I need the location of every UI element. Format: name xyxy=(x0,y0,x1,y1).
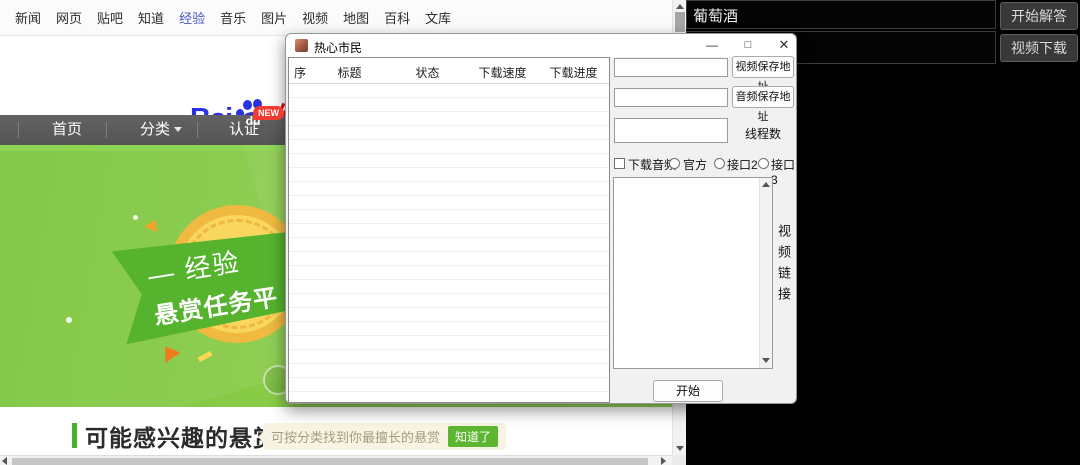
new-badge: NEW xyxy=(253,106,284,120)
dialog-titlebar[interactable]: 热心市民 — □ ✕ xyxy=(286,34,796,57)
header-title: 标题 xyxy=(311,64,388,81)
scroll-up-icon[interactable] xyxy=(762,182,770,187)
app-icon xyxy=(295,39,308,52)
heading-accent-bar xyxy=(72,423,77,448)
site-nav-category[interactable]: 分类 xyxy=(140,115,182,145)
scrollbar-corner xyxy=(672,455,686,465)
nav-item-baike[interactable]: 百科 xyxy=(384,8,410,27)
video-link-label: 视频链接 xyxy=(775,224,793,344)
threads-input[interactable] xyxy=(614,118,728,143)
nav-item-news[interactable]: 新闻 xyxy=(15,8,41,27)
scroll-right-icon[interactable] xyxy=(661,457,666,465)
dialog-title: 热心市民 xyxy=(314,39,362,56)
dot-decoration xyxy=(133,215,138,220)
maximize-button[interactable]: □ xyxy=(732,34,764,57)
header-speed: 下载速度 xyxy=(467,64,538,81)
nav-divider xyxy=(106,122,107,138)
screen: 新闻 网页 贴吧 知道 经验 音乐 图片 视频 地图 百科 文库 Bai du … xyxy=(0,0,1080,465)
scroll-down-icon[interactable] xyxy=(676,446,684,451)
audio-path-button[interactable]: 音频保存地址 xyxy=(732,86,794,108)
table-empty-rows xyxy=(289,84,609,402)
question-input[interactable]: 葡萄酒 xyxy=(686,0,996,29)
scroll-up-icon[interactable] xyxy=(676,4,684,9)
tooltip-arrow-icon xyxy=(258,432,263,442)
threads-label: 线程数 xyxy=(732,125,794,142)
site-nav-home[interactable]: 首页 xyxy=(52,115,82,145)
api3-label: 接口3 xyxy=(771,156,796,187)
chevron-down-icon xyxy=(174,127,182,132)
baidu-top-nav: 新闻 网页 贴吧 知道 经验 音乐 图片 视频 地图 百科 文库 xyxy=(0,0,672,36)
nav-item-web[interactable]: 网页 xyxy=(56,8,82,27)
close-button[interactable]: ✕ xyxy=(768,34,800,57)
start-answer-button[interactable]: 开始解答 xyxy=(1000,2,1078,30)
horizontal-scroll-thumb[interactable] xyxy=(12,458,648,465)
category-tooltip: 可按分类找到你最擅长的悬赏 知道了 xyxy=(263,423,506,450)
nav-item-map[interactable]: 地图 xyxy=(343,8,369,27)
bounty-heading: 可能感兴趣的悬赏 xyxy=(85,419,277,453)
nav-item-video[interactable]: 视频 xyxy=(302,8,328,27)
video-download-button[interactable]: 视频下载 xyxy=(1000,34,1078,62)
download-audio-checkbox[interactable] xyxy=(614,158,625,169)
header-progress: 下载进度 xyxy=(538,64,609,81)
nav-item-music[interactable]: 音乐 xyxy=(220,8,246,27)
minimize-button[interactable]: — xyxy=(696,34,728,57)
dot-decoration xyxy=(66,317,72,323)
horizontal-scrollbar[interactable] xyxy=(0,455,672,465)
table-header-row: 序号 标题 状态 下载速度 下载进度 xyxy=(289,58,609,84)
scroll-down-icon[interactable] xyxy=(762,358,770,363)
video-path-input[interactable] xyxy=(614,58,728,77)
video-path-button[interactable]: 视频保存地址 xyxy=(732,56,794,78)
nav-item-tieba[interactable]: 贴吧 xyxy=(97,8,123,27)
download-table[interactable]: 序号 标题 状态 下载速度 下载进度 xyxy=(288,57,610,403)
audio-path-input[interactable] xyxy=(614,88,728,107)
start-download-button[interactable]: 开始 xyxy=(653,380,723,402)
api2-label: 接口2 xyxy=(727,156,758,173)
bounty-section: 可能感兴趣的悬赏 可按分类找到你最擅长的悬赏 知道了 xyxy=(0,407,672,455)
tooltip-text: 可按分类找到你最擅长的悬赏 xyxy=(271,427,440,446)
vertical-scroll-thumb[interactable] xyxy=(675,12,685,32)
video-links-textarea[interactable] xyxy=(613,177,773,369)
nav-divider xyxy=(197,122,198,138)
api2-radio[interactable] xyxy=(714,158,725,169)
nav-item-zhidao[interactable]: 知道 xyxy=(138,8,164,27)
api3-radio[interactable] xyxy=(758,158,769,169)
nav-item-wenku[interactable]: 文库 xyxy=(425,8,451,27)
downloader-dialog: 热心市民 — □ ✕ 序号 标题 状态 下载速度 下载进度 视频保存地址 音频保… xyxy=(285,33,797,404)
official-label: 官方 xyxy=(683,156,707,173)
header-status: 状态 xyxy=(388,64,467,81)
nav-item-image[interactable]: 图片 xyxy=(261,8,287,27)
nav-item-jingyan[interactable]: 经验 xyxy=(179,8,205,27)
textarea-scrollbar[interactable] xyxy=(759,178,772,368)
scroll-left-icon[interactable] xyxy=(2,457,7,465)
official-radio[interactable] xyxy=(669,158,680,169)
got-it-button[interactable]: 知道了 xyxy=(448,426,498,447)
nav-divider xyxy=(18,122,19,138)
